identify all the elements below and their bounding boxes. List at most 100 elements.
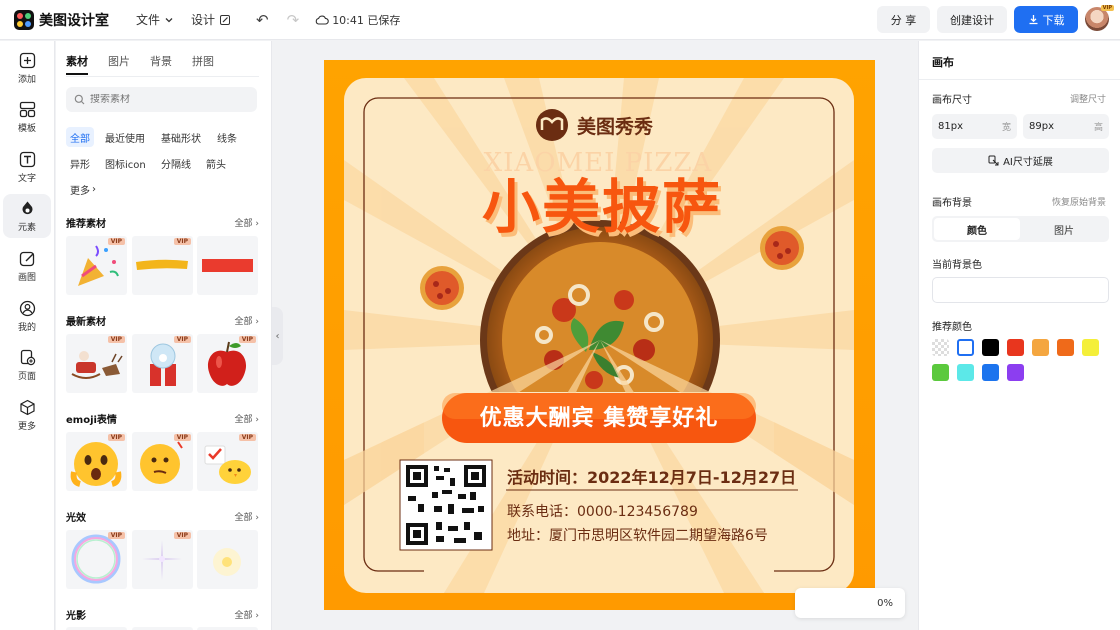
swatch-black[interactable]: [982, 339, 999, 356]
section-all-link[interactable]: 全部 ›: [235, 608, 259, 621]
swatch-transparent[interactable]: [932, 339, 949, 356]
search-box[interactable]: [66, 87, 257, 112]
template-icon: [19, 101, 36, 118]
redo-icon[interactable]: ↷: [287, 11, 300, 29]
vip-badge: VIP: [173, 532, 191, 539]
section-all-link[interactable]: 全部 ›: [235, 412, 259, 425]
tab-material[interactable]: 素材: [66, 53, 88, 75]
create-design-button[interactable]: 创建设计: [937, 6, 1007, 33]
chip-all[interactable]: 全部: [66, 127, 94, 147]
tab-collage[interactable]: 拼图: [192, 53, 214, 75]
rail-item-elements[interactable]: 元素: [3, 194, 51, 238]
avatar[interactable]: VIP: [1085, 5, 1114, 31]
material-party-popper[interactable]: VIP: [66, 236, 127, 295]
share-button[interactable]: 分 享: [877, 6, 930, 33]
light-effect-bubble[interactable]: VIP: [66, 530, 127, 589]
swatch-light-orange[interactable]: [1032, 339, 1049, 356]
width-field[interactable]: 81px 宽: [932, 114, 1017, 139]
material-yellow-stroke[interactable]: VIP: [132, 236, 193, 295]
vip-badge: VIP: [107, 238, 125, 245]
current-bg-swatch[interactable]: [932, 277, 1109, 303]
swatch-white[interactable]: [957, 339, 974, 356]
ai-resize-label: AI尺寸延展: [1003, 157, 1053, 168]
canvas-bg-label: 画布背景: [932, 198, 972, 209]
light-effect-glow[interactable]: [197, 530, 258, 589]
vip-badge: VIP: [1100, 5, 1114, 11]
section-title: 最新素材: [66, 317, 106, 328]
swatch-cyan[interactable]: [957, 364, 974, 381]
section-all-link[interactable]: 全部 ›: [235, 216, 259, 229]
height-field[interactable]: 89px 高: [1023, 114, 1109, 139]
chip-dividers[interactable]: 分隔线: [157, 153, 195, 173]
canvas-size-label: 画布尺寸: [932, 95, 972, 106]
rail-item-page[interactable]: 页面: [3, 343, 51, 387]
cube-icon: [19, 399, 36, 416]
app-logo[interactable]: 美图设计室: [14, 9, 109, 30]
rail-item-more[interactable]: 更多: [3, 393, 51, 437]
tab-images[interactable]: 图片: [108, 53, 130, 75]
material-sleigh[interactable]: VIP: [66, 334, 127, 393]
rail-item-template[interactable]: 模板: [3, 95, 51, 139]
segment-color[interactable]: 颜色: [934, 218, 1020, 240]
swatch-yellow[interactable]: [1082, 339, 1099, 356]
swatch-green[interactable]: [932, 364, 949, 381]
rail-item-text[interactable]: 文字: [3, 145, 51, 189]
emoji-chick-checkmark[interactable]: VIP: [197, 432, 258, 491]
chip-icons[interactable]: 图标icon: [101, 153, 150, 173]
rail-item-add[interactable]: 添加: [3, 46, 51, 90]
resize-link[interactable]: 调整尺寸: [1070, 92, 1106, 105]
swatch-red[interactable]: [1007, 339, 1024, 356]
zoom-value: 0%: [877, 597, 893, 609]
properties-panel: 画布 画布尺寸 调整尺寸 81px 宽 89px 高 AI尺寸延展 画布背景 恢复原…: [918, 41, 1120, 630]
light-effect-sparkle[interactable]: VIP: [132, 530, 193, 589]
poster-brand[interactable]: 美图秀秀: [577, 112, 653, 139]
current-bg-label: 当前背景色: [932, 260, 982, 271]
file-menu[interactable]: 文件: [136, 11, 174, 28]
emoji-thinking[interactable]: VIP: [132, 432, 193, 491]
vip-badge: VIP: [173, 238, 191, 245]
chip-basic-shapes[interactable]: 基础形状: [157, 127, 205, 147]
rail-item-mine[interactable]: 我的: [3, 294, 51, 338]
material-apple[interactable]: VIP: [197, 334, 258, 393]
plus-square-icon: [19, 52, 36, 69]
all-label: 全部: [234, 219, 253, 229]
emoji-shocked[interactable]: VIP: [66, 432, 127, 491]
poster-title[interactable]: 小美披萨: [442, 160, 762, 244]
swatch-orange[interactable]: [1057, 339, 1074, 356]
app-name: 美图设计室: [39, 12, 109, 29]
edit-icon: [220, 14, 231, 25]
chip-lines[interactable]: 线条: [213, 127, 241, 147]
panel-title: 画布: [932, 56, 954, 69]
rail-item-draw[interactable]: 画图: [3, 244, 51, 288]
undo-icon[interactable]: ↶: [256, 11, 269, 29]
download-label: 下载: [1042, 13, 1065, 27]
section-all-link[interactable]: 全部 ›: [235, 510, 259, 523]
design-menu[interactable]: 设计: [191, 11, 231, 28]
tab-backgrounds[interactable]: 背景: [150, 53, 172, 75]
material-gift-snowglobe[interactable]: VIP: [132, 334, 193, 393]
swatch-blue[interactable]: [982, 364, 999, 381]
chip-more[interactable]: 更多 ›: [66, 179, 100, 199]
zoom-control[interactable]: 0%: [795, 588, 905, 618]
material-red-bar[interactable]: [197, 236, 258, 295]
restore-bg-link[interactable]: 恢复原始背景: [1052, 195, 1106, 208]
download-button[interactable]: 下载: [1014, 6, 1078, 33]
section-title: 光效: [66, 513, 86, 524]
search-input[interactable]: [90, 94, 240, 105]
ai-resize-icon: [988, 155, 999, 166]
ai-resize-button[interactable]: AI尺寸延展: [932, 148, 1109, 173]
collapse-panel-handle[interactable]: ‹: [272, 307, 283, 365]
height-unit: 高: [1093, 123, 1103, 133]
poster-address[interactable]: 地址：厦门市思明区软件园二期望海路6号: [507, 525, 768, 545]
section-all-link[interactable]: 全部 ›: [235, 314, 259, 327]
design-canvas[interactable]: 美图秀秀 XIAOMEI PIZZA 小美披萨 优惠大酬宾 集赞享好礼 活动时间…: [324, 60, 875, 610]
chip-irregular[interactable]: 异形: [66, 153, 94, 173]
chip-arrows[interactable]: 箭头: [202, 153, 230, 173]
poster-event-time[interactable]: 活动时间：2022年12月7日-12月27日: [507, 464, 796, 488]
chevron-right-icon: ›: [92, 183, 96, 195]
poster-banner-text[interactable]: 优惠大酬宾 集赞享好礼: [442, 400, 756, 432]
chip-recent[interactable]: 最近使用: [101, 127, 149, 147]
poster-phone[interactable]: 联系电话：0000-123456789: [507, 501, 698, 521]
swatch-purple[interactable]: [1007, 364, 1024, 381]
segment-image[interactable]: 图片: [1021, 218, 1107, 240]
